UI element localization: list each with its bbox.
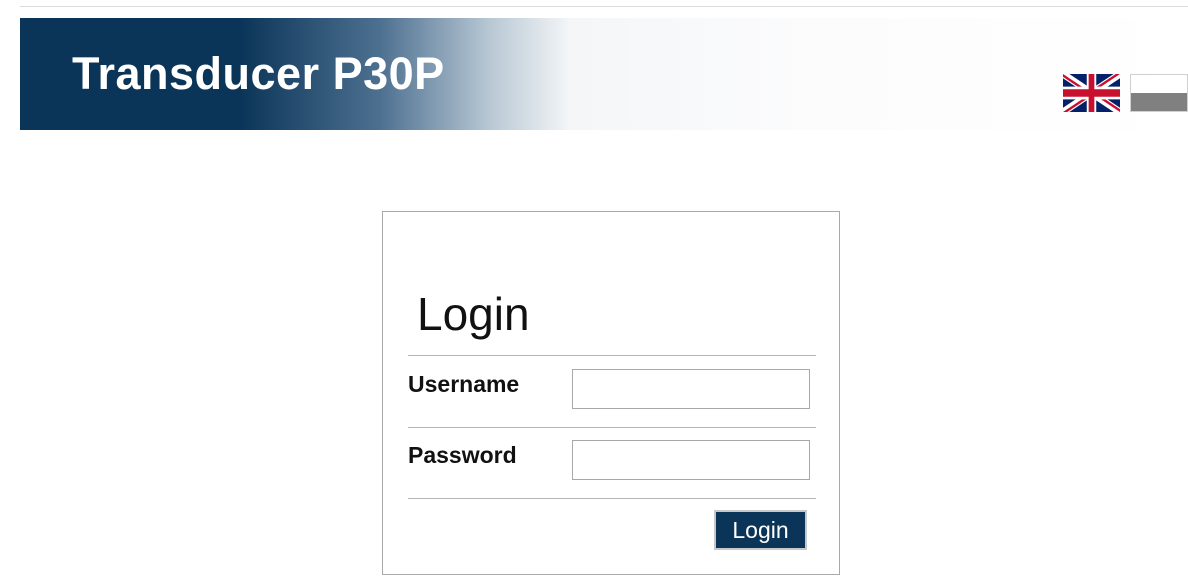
username-label: Username bbox=[408, 371, 520, 397]
password-input[interactable] bbox=[572, 440, 810, 480]
login-form: Login Username Password Login bbox=[382, 211, 840, 575]
form-divider bbox=[408, 427, 816, 428]
form-divider bbox=[408, 498, 816, 499]
form-divider bbox=[408, 355, 816, 356]
username-input[interactable] bbox=[572, 369, 810, 409]
top-divider bbox=[20, 6, 1188, 7]
login-button[interactable]: Login bbox=[714, 510, 807, 550]
header-banner: Transducer P30P bbox=[20, 18, 1188, 130]
flag-white-stripe bbox=[1131, 75, 1187, 93]
login-heading: Login bbox=[417, 288, 530, 340]
poland-flag-icon[interactable] bbox=[1130, 74, 1188, 112]
login-page: Transducer P30P Login Username Password … bbox=[0, 0, 1188, 587]
flag-lower-stripe bbox=[1131, 93, 1187, 111]
uk-flag-icon[interactable] bbox=[1063, 74, 1120, 112]
password-label: Password bbox=[408, 442, 517, 468]
app-title: Transducer P30P bbox=[72, 48, 445, 99]
